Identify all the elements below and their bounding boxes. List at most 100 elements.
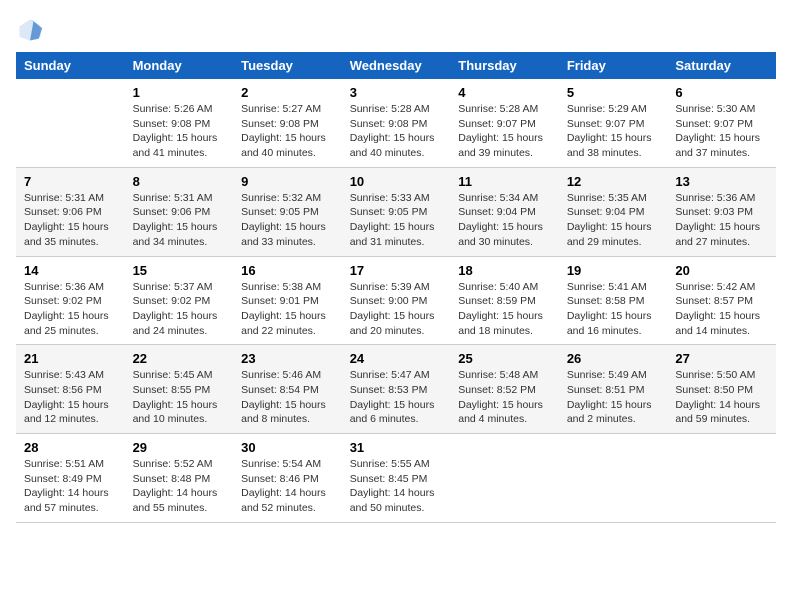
day-info: Sunrise: 5:55 AM Sunset: 8:45 PM Dayligh… [350, 457, 443, 516]
header-sunday: Sunday [16, 52, 125, 79]
calendar-cell: 18Sunrise: 5:40 AM Sunset: 8:59 PM Dayli… [450, 256, 559, 345]
calendar-cell: 19 Sunrise: 5:41 AM Sunset: 8:58 PM Dayli… [559, 256, 668, 345]
day-info: Sunrise: 5:28 AM Sunset: 9:08 PM Dayligh… [350, 102, 443, 161]
day-info: Sunrise: 5:48 AM Sunset: 8:52 PM Dayligh… [458, 368, 551, 427]
calendar-cell: 15 Sunrise: 5:37 AM Sunset: 9:02 PM Dayli… [125, 256, 234, 345]
day-number: 8 [133, 174, 226, 189]
calendar-cell: 21 Sunrise: 5:43 AM Sunset: 8:56 PM Dayli… [16, 345, 125, 434]
header-friday: Friday [559, 52, 668, 79]
calendar-cell [667, 434, 776, 523]
day-number: 28 [24, 440, 117, 455]
calendar-cell: 27Sunrise: 5:50 AM Sunset: 8:50 PM Dayli… [667, 345, 776, 434]
calendar-cell: 31 Sunrise: 5:55 AM Sunset: 8:45 PM Dayli… [342, 434, 451, 523]
calendar-cell: 20 Sunrise: 5:42 AM Sunset: 8:57 PM Dayli… [667, 256, 776, 345]
header-monday: Monday [125, 52, 234, 79]
calendar-cell: 10Sunrise: 5:33 AM Sunset: 9:05 PM Dayli… [342, 167, 451, 256]
day-number: 6 [675, 85, 768, 100]
day-number: 24 [350, 351, 443, 366]
calendar-cell: 7Sunrise: 5:31 AM Sunset: 9:06 PM Daylig… [16, 167, 125, 256]
calendar-cell [450, 434, 559, 523]
logo-icon [16, 16, 44, 44]
day-info: Sunrise: 5:49 AM Sunset: 8:51 PM Dayligh… [567, 368, 660, 427]
calendar-cell: 16 Sunrise: 5:38 AM Sunset: 9:01 PM Dayli… [233, 256, 342, 345]
day-number: 22 [133, 351, 226, 366]
calendar-cell: 3 Sunrise: 5:28 AM Sunset: 9:08 PM Daylig… [342, 79, 451, 167]
day-info: Sunrise: 5:29 AM Sunset: 9:07 PM Dayligh… [567, 102, 660, 161]
calendar-cell: 8Sunrise: 5:31 AM Sunset: 9:06 PM Daylig… [125, 167, 234, 256]
day-info: Sunrise: 5:32 AM Sunset: 9:05 PM Dayligh… [241, 191, 334, 250]
day-number: 19 [567, 263, 660, 278]
day-number: 31 [350, 440, 443, 455]
day-number: 17 [350, 263, 443, 278]
day-info: Sunrise: 5:42 AM Sunset: 8:57 PM Dayligh… [675, 280, 768, 339]
header-saturday: Saturday [667, 52, 776, 79]
calendar-cell: 12 Sunrise: 5:35 AM Sunset: 9:04 PM Dayli… [559, 167, 668, 256]
day-info: Sunrise: 5:28 AM Sunset: 9:07 PM Dayligh… [458, 102, 551, 161]
day-info: Sunrise: 5:47 AM Sunset: 8:53 PM Dayligh… [350, 368, 443, 427]
day-number: 15 [133, 263, 226, 278]
day-info: Sunrise: 5:27 AM Sunset: 9:08 PM Dayligh… [241, 102, 334, 161]
day-info: Sunrise: 5:39 AM Sunset: 9:00 PM Dayligh… [350, 280, 443, 339]
day-info: Sunrise: 5:46 AM Sunset: 8:54 PM Dayligh… [241, 368, 334, 427]
header-tuesday: Tuesday [233, 52, 342, 79]
week-row-2: 7Sunrise: 5:31 AM Sunset: 9:06 PM Daylig… [16, 167, 776, 256]
calendar-cell: 14 Sunrise: 5:36 AM Sunset: 9:02 PM Dayli… [16, 256, 125, 345]
day-info: Sunrise: 5:45 AM Sunset: 8:55 PM Dayligh… [133, 368, 226, 427]
day-number: 21 [24, 351, 117, 366]
day-info: Sunrise: 5:43 AM Sunset: 8:56 PM Dayligh… [24, 368, 117, 427]
calendar-cell: 17 Sunrise: 5:39 AM Sunset: 9:00 PM Dayli… [342, 256, 451, 345]
day-info: Sunrise: 5:38 AM Sunset: 9:01 PM Dayligh… [241, 280, 334, 339]
day-number: 3 [350, 85, 443, 100]
day-info: Sunrise: 5:41 AM Sunset: 8:58 PM Dayligh… [567, 280, 660, 339]
day-number: 9 [241, 174, 334, 189]
calendar-cell: 11 Sunrise: 5:34 AM Sunset: 9:04 PM Dayli… [450, 167, 559, 256]
calendar-cell: 2 Sunrise: 5:27 AM Sunset: 9:08 PM Daylig… [233, 79, 342, 167]
calendar-cell: 1Sunrise: 5:26 AM Sunset: 9:08 PM Daylig… [125, 79, 234, 167]
day-info: Sunrise: 5:54 AM Sunset: 8:46 PM Dayligh… [241, 457, 334, 516]
week-row-5: 28 Sunrise: 5:51 AM Sunset: 8:49 PM Dayli… [16, 434, 776, 523]
day-info: Sunrise: 5:33 AM Sunset: 9:05 PM Dayligh… [350, 191, 443, 250]
days-header-row: SundayMondayTuesdayWednesdayThursdayFrid… [16, 52, 776, 79]
calendar-cell [16, 79, 125, 167]
day-number: 11 [458, 174, 551, 189]
day-info: Sunrise: 5:51 AM Sunset: 8:49 PM Dayligh… [24, 457, 117, 516]
day-info: Sunrise: 5:36 AM Sunset: 9:03 PM Dayligh… [675, 191, 768, 250]
calendar-cell: 6 Sunrise: 5:30 AM Sunset: 9:07 PM Daylig… [667, 79, 776, 167]
calendar-cell: 13Sunrise: 5:36 AM Sunset: 9:03 PM Dayli… [667, 167, 776, 256]
calendar-cell: 23 Sunrise: 5:46 AM Sunset: 8:54 PM Dayli… [233, 345, 342, 434]
day-number: 14 [24, 263, 117, 278]
day-number: 25 [458, 351, 551, 366]
day-number: 23 [241, 351, 334, 366]
day-number: 16 [241, 263, 334, 278]
day-info: Sunrise: 5:50 AM Sunset: 8:50 PM Dayligh… [675, 368, 768, 427]
day-info: Sunrise: 5:26 AM Sunset: 9:08 PM Dayligh… [133, 102, 226, 161]
header-wednesday: Wednesday [342, 52, 451, 79]
day-info: Sunrise: 5:35 AM Sunset: 9:04 PM Dayligh… [567, 191, 660, 250]
day-info: Sunrise: 5:30 AM Sunset: 9:07 PM Dayligh… [675, 102, 768, 161]
day-number: 4 [458, 85, 551, 100]
header-thursday: Thursday [450, 52, 559, 79]
calendar-cell: 22 Sunrise: 5:45 AM Sunset: 8:55 PM Dayli… [125, 345, 234, 434]
day-info: Sunrise: 5:52 AM Sunset: 8:48 PM Dayligh… [133, 457, 226, 516]
week-row-3: 14 Sunrise: 5:36 AM Sunset: 9:02 PM Dayli… [16, 256, 776, 345]
calendar-table: SundayMondayTuesdayWednesdayThursdayFrid… [16, 52, 776, 523]
day-info: Sunrise: 5:37 AM Sunset: 9:02 PM Dayligh… [133, 280, 226, 339]
day-number: 18 [458, 263, 551, 278]
day-info: Sunrise: 5:34 AM Sunset: 9:04 PM Dayligh… [458, 191, 551, 250]
calendar-cell [559, 434, 668, 523]
week-row-1: 1Sunrise: 5:26 AM Sunset: 9:08 PM Daylig… [16, 79, 776, 167]
day-number: 26 [567, 351, 660, 366]
logo [16, 16, 48, 44]
day-number: 2 [241, 85, 334, 100]
day-info: Sunrise: 5:31 AM Sunset: 9:06 PM Dayligh… [24, 191, 117, 250]
header [16, 16, 776, 44]
day-number: 20 [675, 263, 768, 278]
day-info: Sunrise: 5:36 AM Sunset: 9:02 PM Dayligh… [24, 280, 117, 339]
calendar-cell: 4 Sunrise: 5:28 AM Sunset: 9:07 PM Daylig… [450, 79, 559, 167]
calendar-cell: 9 Sunrise: 5:32 AM Sunset: 9:05 PM Daylig… [233, 167, 342, 256]
calendar-cell: 5 Sunrise: 5:29 AM Sunset: 9:07 PM Daylig… [559, 79, 668, 167]
day-number: 5 [567, 85, 660, 100]
calendar-cell: 24 Sunrise: 5:47 AM Sunset: 8:53 PM Dayli… [342, 345, 451, 434]
day-number: 30 [241, 440, 334, 455]
day-number: 12 [567, 174, 660, 189]
